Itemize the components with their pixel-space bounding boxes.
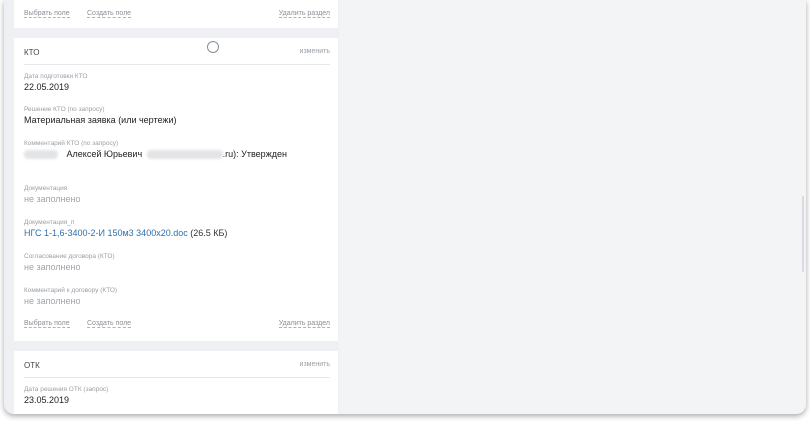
kto-agreement-comment-field: Комментарий к договору (КТО) не заполнен… — [24, 286, 330, 307]
select-field-link[interactable]: Выбрать поле — [24, 320, 70, 328]
kto-edit-link[interactable]: изменить — [300, 48, 330, 55]
right-empty-pane — [339, 0, 806, 414]
otk-section-card: ОТК изменить Дата решения ОТК (запрос) 2… — [14, 351, 338, 414]
field-label: Согласование договора (КТО) — [24, 253, 115, 260]
field-label: Документация — [24, 185, 68, 192]
scrollbar-thumb[interactable] — [802, 196, 804, 272]
kto-docs-n-field: Документация_п НГС 1-1,6-3400-2-И 150м3 … — [24, 218, 330, 239]
kto-docs-field: Документация не заполнено — [24, 184, 330, 205]
field-label: Дата решения ОТК (запрос) — [24, 386, 109, 393]
otk-decision-date-field: Дата решения ОТК (запрос) 23.05.2019 — [24, 385, 330, 406]
field-label: Комментарий КТО (по запросу) — [24, 140, 119, 147]
field-value: 22.05.2019 — [24, 82, 70, 92]
app-window: Выбрать поле Создать поле Удалить раздел… — [4, 0, 806, 414]
kto-section-header: КТО изменить — [24, 38, 330, 65]
kto-comment-field: Комментарий КТО (по запросу) Алексей Юрь… — [24, 139, 330, 160]
document-file-size: (26.5 КБ) — [190, 228, 228, 238]
field-value: не заполнено — [24, 194, 81, 204]
otk-section-header: ОТК изменить — [24, 351, 330, 378]
field-value: Материальная заявка (или чертежи) — [24, 115, 177, 125]
delete-section-link[interactable]: Удалить раздел — [278, 10, 330, 18]
redacted-text — [24, 150, 58, 160]
select-field-link[interactable]: Выбрать поле — [24, 10, 70, 18]
previous-section-card: Выбрать поле Создать поле Удалить раздел — [14, 0, 338, 28]
redacted-email — [146, 150, 223, 160]
kto-section-title: КТО — [24, 48, 40, 57]
kto-section-card: КТО изменить Дата подготовки КТО 22.05.2… — [14, 38, 338, 341]
otk-section-title: ОТК — [24, 361, 40, 370]
comment-author: Алексей Юрьевич — [66, 149, 143, 159]
create-field-link[interactable]: Создать поле — [87, 320, 132, 328]
document-file-link[interactable]: НГС 1-1,6-3400-2-И 150м3 3400х20.doc — [24, 228, 188, 238]
comment-text: .ru): Утвержден — [222, 149, 287, 159]
field-value: не заполнено — [24, 296, 81, 306]
otk-edit-link[interactable]: изменить — [300, 361, 330, 368]
field-value: Алексей Юрьевич .ru): Утвержден — [24, 148, 330, 160]
field-label: Решение КТО (по запросу) — [24, 106, 105, 113]
field-value: НГС 1-1,6-3400-2-И 150м3 3400х20.doc (26… — [24, 227, 330, 239]
create-field-link[interactable]: Создать поле — [87, 10, 132, 18]
kto-agreement-field: Согласование договора (КТО) не заполнено — [24, 252, 330, 273]
field-value: не заполнено — [24, 262, 81, 272]
kto-prep-date-field: Дата подготовки КТО 22.05.2019 — [24, 72, 330, 93]
kto-decision-field: Решение КТО (по запросу) Материальная за… — [24, 105, 330, 126]
circle-icon[interactable] — [207, 41, 219, 53]
field-label: Документация_п — [24, 219, 75, 226]
field-value: 23.05.2019 — [24, 395, 70, 405]
delete-section-link[interactable]: Удалить раздел — [278, 320, 330, 328]
field-label: Комментарий к договору (КТО) — [24, 287, 118, 294]
field-label: Дата подготовки КТО — [24, 73, 88, 80]
